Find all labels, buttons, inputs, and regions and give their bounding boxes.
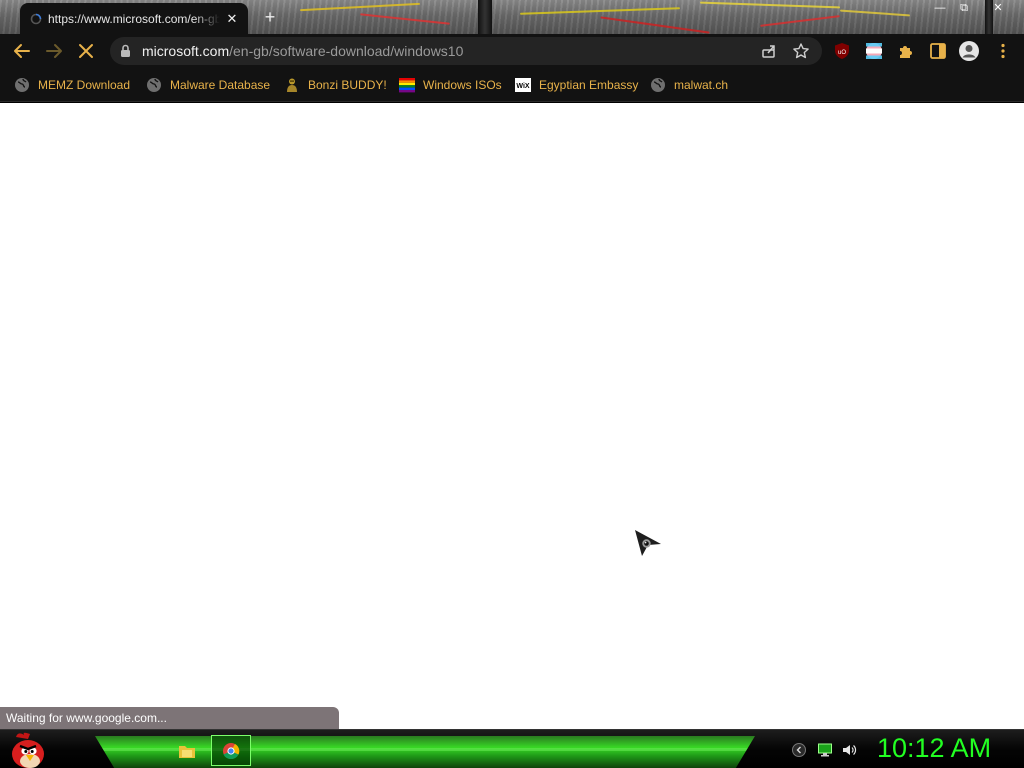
flag-extension-icon[interactable] [865, 42, 883, 60]
chrome-icon [223, 742, 240, 759]
bookmark-label: Malware Database [170, 78, 271, 92]
browser-toolbar: microsoft.com/en-gb/software-download/wi… [0, 34, 1024, 68]
share-icon[interactable] [760, 42, 778, 60]
wix-icon: WiX [515, 78, 531, 92]
url-path: /en-gb/software-download/windows10 [229, 43, 464, 59]
bookmark-windows-isos[interactable]: Windows ISOs [399, 75, 502, 95]
globe-icon [651, 78, 665, 92]
title-bar: https://www.microsoft.com/en-gb/software… [0, 0, 1024, 34]
loading-favicon-icon [30, 13, 42, 24]
restore-icon[interactable]: ⧉ [952, 1, 976, 15]
stop-loading-icon[interactable] [75, 40, 97, 62]
side-panel-icon[interactable] [929, 42, 947, 60]
ublock-icon[interactable]: uO [833, 42, 851, 60]
forward-icon[interactable] [43, 40, 65, 62]
more-menu-icon[interactable] [994, 42, 1012, 60]
window-close-icon[interactable]: ✕ [986, 1, 1010, 15]
taskbar: 10:12 AM [0, 729, 1024, 768]
tab-close-icon[interactable]: ✕ [224, 11, 240, 27]
back-icon[interactable] [11, 40, 33, 62]
lock-icon[interactable] [120, 44, 131, 58]
network-icon[interactable] [817, 742, 833, 758]
globe-icon [15, 78, 29, 92]
bookmark-bonzi-buddy[interactable]: Bonzi BUDDY! [284, 75, 387, 95]
puzzle-extensions-icon[interactable] [897, 42, 915, 60]
svg-text:WiX: WiX [516, 83, 529, 90]
bookmark-label: Bonzi BUDDY! [308, 78, 387, 92]
taskbar-file-explorer[interactable] [176, 735, 198, 766]
minimize-icon[interactable]: — [928, 1, 952, 15]
bonzi-icon [287, 78, 297, 92]
bookmark-egyptian-embassy[interactable]: WiX Egyptian Embassy [515, 75, 638, 95]
rainbow-flag-icon [399, 78, 415, 93]
taskbar-clock[interactable]: 10:12 AM [877, 733, 991, 764]
star-icon[interactable] [792, 42, 810, 60]
url-text[interactable]: microsoft.com/en-gb/software-download/wi… [142, 43, 463, 59]
tab-title: https://www.microsoft.com/en-gb/software… [48, 11, 220, 26]
globe-icon [147, 78, 161, 92]
active-tab[interactable]: https://www.microsoft.com/en-gb/software… [20, 3, 248, 34]
status-bubble: Waiting for www.google.com... [0, 707, 339, 729]
bookmark-malwatch[interactable]: malwat.ch [650, 75, 728, 95]
volume-icon[interactable] [841, 742, 857, 758]
file-explorer-icon [179, 745, 195, 758]
show-hidden-icons-icon[interactable] [791, 742, 807, 758]
bookmarks-bar: MEMZ Download Malware Database Bonzi BUD… [0, 68, 1024, 102]
bookmark-label: Egyptian Embassy [539, 78, 639, 92]
bookmark-malware-database[interactable]: Malware Database [146, 75, 270, 95]
url-host: microsoft.com [142, 43, 230, 59]
page-content[interactable] [0, 103, 1024, 729]
bookmark-label: Windows ISOs [423, 78, 502, 92]
address-bar[interactable]: microsoft.com/en-gb/software-download/wi… [110, 37, 822, 65]
bookmark-memz-download[interactable]: MEMZ Download [14, 75, 130, 95]
bookmark-label: MEMZ Download [38, 78, 131, 92]
profile-avatar-icon[interactable] [958, 40, 980, 62]
taskbar-chrome[interactable] [211, 735, 251, 766]
busy-cursor-icon [635, 530, 661, 556]
svg-text:uO: uO [838, 50, 846, 56]
new-tab-button[interactable]: + [262, 8, 278, 26]
angry-bird-start-icon[interactable] [8, 731, 48, 768]
bookmark-label: malwat.ch [674, 78, 729, 92]
